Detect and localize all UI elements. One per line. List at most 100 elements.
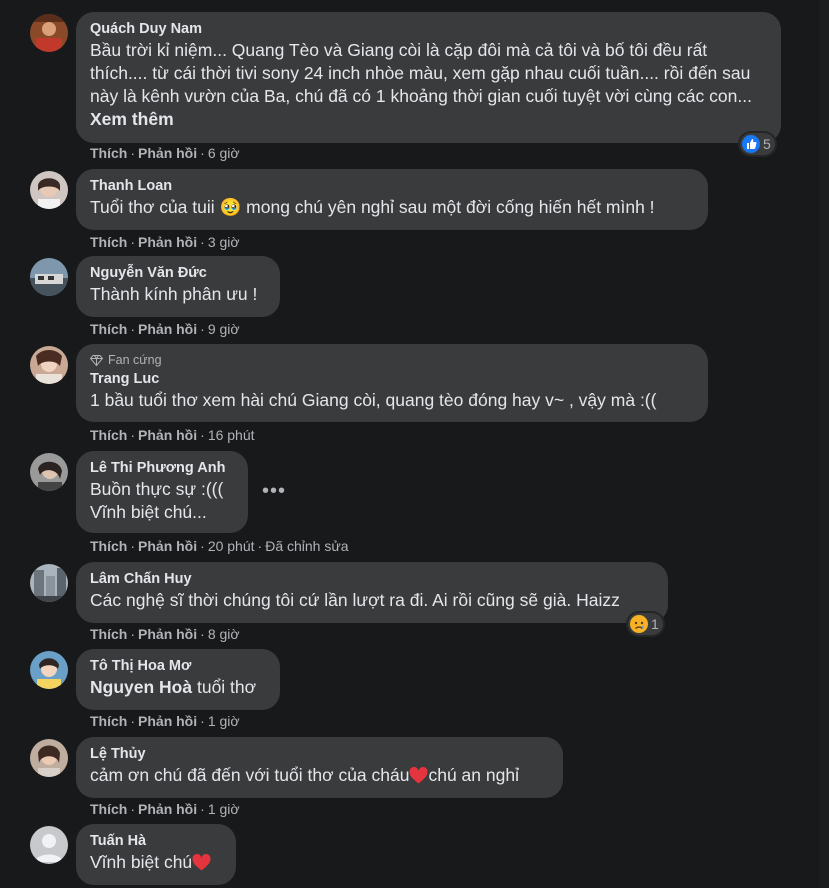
reaction-count: 1 xyxy=(651,616,659,632)
see-more-link[interactable]: Xem thêm xyxy=(90,109,174,129)
more-options-icon[interactable]: ••• xyxy=(262,480,286,503)
reply-button[interactable]: Phản hồi xyxy=(138,538,197,554)
reply-button[interactable]: Phản hồi xyxy=(138,145,197,161)
comment-bubble: Thanh Loan Tuổi thơ của tuii 🥹 mong chú … xyxy=(76,169,708,230)
separator-dot: · xyxy=(200,145,205,161)
like-reaction-icon xyxy=(742,135,760,153)
comment-text-body: chú an nghỉ xyxy=(428,765,519,785)
separator-dot: · xyxy=(130,321,136,337)
comment-text: Các nghệ sĩ thời chúng tôi cứ lần lượt r… xyxy=(90,590,620,610)
comment-bubble: Tô Thị Hoa Mơ Nguyen Hoà tuổi thơ xyxy=(76,649,280,710)
reply-button[interactable]: Phản hồi xyxy=(138,321,197,337)
comment-bubble: Fan cứng Trang Luc 1 bầu tuổi thơ xem hà… xyxy=(76,344,708,422)
fan-badge[interactable]: Fan cứng xyxy=(90,352,694,368)
avatar[interactable] xyxy=(30,14,68,52)
reaction-count: 5 xyxy=(763,136,771,152)
like-button[interactable]: Thích xyxy=(90,801,127,817)
reply-button[interactable]: Phản hồi xyxy=(138,234,197,250)
comment-author[interactable]: Lê Thi Phương Anh xyxy=(90,459,234,478)
comment-timestamp[interactable]: 16 phút xyxy=(208,427,255,443)
comment-timestamp[interactable]: 8 giờ xyxy=(208,626,240,642)
separator-dot: · xyxy=(200,234,205,250)
comment-text-body: Tuổi thơ của tuii xyxy=(90,197,220,217)
comment-text: Vĩnh biệt chú xyxy=(90,851,222,874)
reply-button[interactable]: Phản hồi xyxy=(138,427,197,443)
comment-text-body: mong chú yên nghỉ sau một đời cống hiến … xyxy=(241,197,655,217)
comment-text: Thành kính phân ưu ! xyxy=(90,284,258,304)
separator-dot: · xyxy=(200,801,205,817)
comment-actions: Thích · Phản hồi · 1 giờ xyxy=(90,800,240,818)
avatar[interactable] xyxy=(30,826,68,864)
reply-button[interactable]: Phản hồi xyxy=(138,713,197,729)
avatar[interactable] xyxy=(30,453,68,491)
comment-author[interactable]: Tô Thị Hoa Mơ xyxy=(90,657,266,676)
avatar[interactable] xyxy=(30,564,68,602)
separator-dot: · xyxy=(130,427,136,443)
comment-timestamp[interactable]: 1 giờ xyxy=(208,801,240,817)
comment-actions: Thích · Phản hồi · 16 phút xyxy=(90,426,255,444)
comment-actions: Thích · Phản hồi · 9 giờ xyxy=(90,320,240,338)
separator-dot: · xyxy=(130,538,136,554)
comment-author[interactable]: Quách Duy Nam xyxy=(90,20,767,39)
heart-emoji-icon xyxy=(409,767,428,784)
avatar[interactable] xyxy=(30,651,68,689)
comment-timestamp[interactable]: 1 giờ xyxy=(208,713,240,729)
separator-dot: · xyxy=(130,801,136,817)
comment-bubble: Nguyễn Văn Đức Thành kính phân ưu ! xyxy=(76,256,280,317)
comment-text-body: cảm ơn chú đã đến với tuổi thơ của cháu xyxy=(90,765,410,785)
avatar[interactable] xyxy=(30,739,68,777)
separator-dot: · xyxy=(200,321,205,337)
heart-emoji-icon xyxy=(192,854,211,871)
separator-dot: · xyxy=(200,427,205,443)
separator-dot: · xyxy=(200,626,205,642)
comment-text: Nguyen Hoà tuổi thơ xyxy=(90,676,266,699)
comment-author[interactable]: Trang Luc xyxy=(90,370,694,389)
comment-timestamp[interactable]: 20 phút xyxy=(208,538,255,554)
comment-timestamp[interactable]: 6 giờ xyxy=(208,145,240,161)
mention-link[interactable]: Nguyen Hoà xyxy=(90,677,192,697)
comment-bubble: Lê Thi Phương Anh Buồn thực sự :((( Vĩnh… xyxy=(76,451,248,533)
separator-dot: · xyxy=(130,234,136,250)
comment-text: 1 bầu tuổi thơ xem hài chú Giang còi, qu… xyxy=(90,390,657,410)
scrollbar[interactable] xyxy=(819,0,829,888)
comment-text-body: tuổi thơ xyxy=(192,677,257,697)
comment-text: Tuổi thơ của tuii 🥹 mong chú yên nghỉ sa… xyxy=(90,196,694,219)
separator-dot: · xyxy=(200,538,205,554)
separator-dot: · xyxy=(130,713,136,729)
comment-bubble: Tuấn Hà Vĩnh biệt chú xyxy=(76,824,236,885)
comment-actions: Thích · Phản hồi · 8 giờ xyxy=(90,625,240,643)
emoji: 🥹 xyxy=(219,197,242,217)
reaction-summary[interactable]: 1 xyxy=(628,613,663,635)
comment-actions: Thích · Phản hồi · 20 phút · Đã chỉnh sửa xyxy=(90,537,349,555)
reply-button[interactable]: Phản hồi xyxy=(138,801,197,817)
comment-author[interactable]: Lệ Thủy xyxy=(90,745,549,764)
like-button[interactable]: Thích xyxy=(90,234,127,250)
avatar[interactable] xyxy=(30,258,68,296)
reaction-summary[interactable]: 5 xyxy=(740,133,775,155)
comment-actions: Thích · Phản hồi · 1 giờ xyxy=(90,712,240,730)
reply-button[interactable]: Phản hồi xyxy=(138,626,197,642)
comment-actions: Thích · Phản hồi · 6 giờ xyxy=(90,144,240,162)
comment-timestamp[interactable]: 9 giờ xyxy=(208,321,240,337)
badge-label: Fan cứng xyxy=(108,353,162,367)
like-button[interactable]: Thích xyxy=(90,321,127,337)
comment-author[interactable]: Lâm Chấn Huy xyxy=(90,570,654,589)
comment-text-body: Vĩnh biệt chú xyxy=(90,852,193,872)
like-button[interactable]: Thích xyxy=(90,538,127,554)
separator-dot: · xyxy=(130,145,136,161)
comment-author[interactable]: Tuấn Hà xyxy=(90,832,222,851)
comment-bubble: Lâm Chấn Huy Các nghệ sĩ thời chúng tôi … xyxy=(76,562,668,623)
edited-label[interactable]: Đã chỉnh sửa xyxy=(265,538,348,554)
comment-text-line: Buồn thực sự :((( xyxy=(90,479,224,499)
comment-author[interactable]: Thanh Loan xyxy=(90,177,694,196)
comment-timestamp[interactable]: 3 giờ xyxy=(208,234,240,250)
like-button[interactable]: Thích xyxy=(90,626,127,642)
separator-dot: · xyxy=(257,538,263,554)
comment-author[interactable]: Nguyễn Văn Đức xyxy=(90,264,266,283)
avatar[interactable] xyxy=(30,171,68,209)
comment-text: Bầu trời kỉ niệm... Quang Tèo và Giang c… xyxy=(90,39,767,131)
like-button[interactable]: Thích xyxy=(90,145,127,161)
like-button[interactable]: Thích xyxy=(90,713,127,729)
avatar[interactable] xyxy=(30,346,68,384)
like-button[interactable]: Thích xyxy=(90,427,127,443)
